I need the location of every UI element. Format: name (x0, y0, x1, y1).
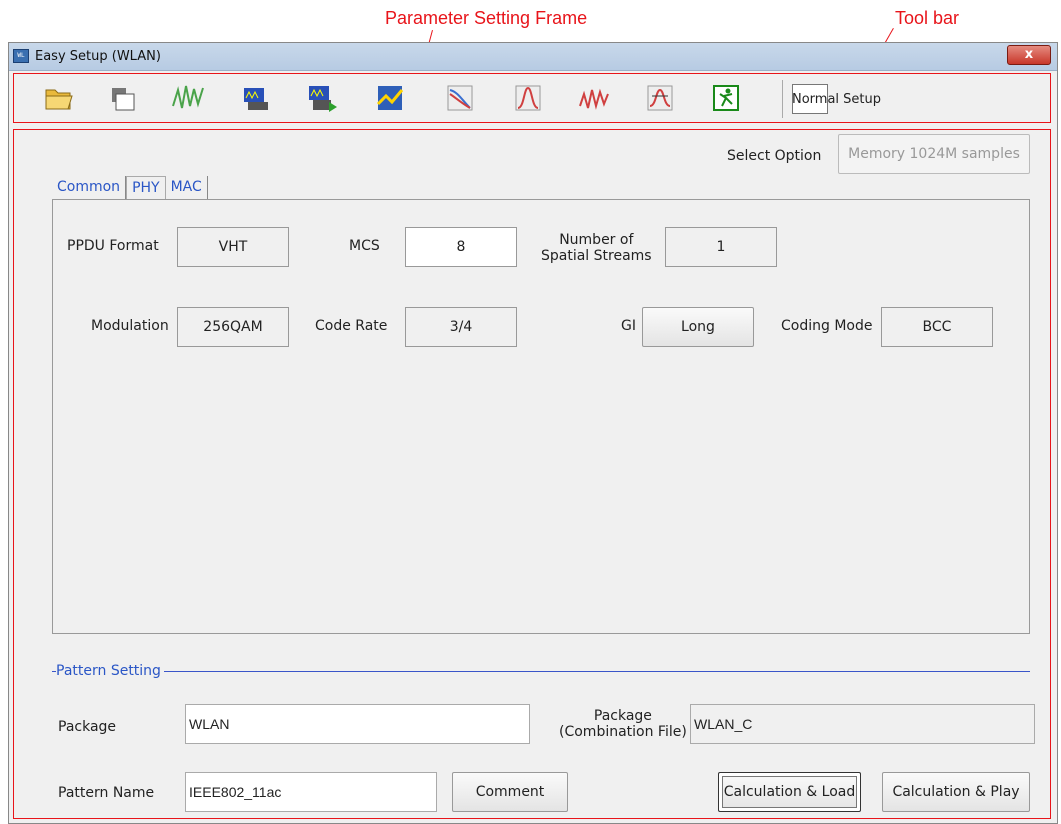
normal-setup-button[interactable]: Normal Setup (792, 80, 881, 118)
pattern-name-label: Pattern Name (58, 785, 155, 801)
tab-common[interactable]: Common (52, 176, 127, 200)
pattern-setting-divider (52, 671, 1030, 672)
spatial-streams-label: Number of Spatial Streams (541, 232, 652, 264)
calculation-play-button[interactable]: Calculation & Play (882, 772, 1030, 812)
parameter-setting-frame: Select Option Memory 1024M samples Commo… (13, 129, 1051, 819)
clipping-icon[interactable] (642, 80, 678, 116)
modulation-label: Modulation (91, 318, 169, 334)
transfer-play-icon[interactable] (305, 80, 341, 116)
modulation-value: 256QAM (177, 307, 289, 347)
combination-file-label-line2: (Combination File) (559, 724, 687, 740)
combination-file-label-line1: Package (593, 708, 652, 724)
transfer-icon[interactable] (238, 80, 274, 116)
package-label: Package (58, 719, 117, 735)
fft-icon[interactable] (510, 80, 546, 116)
spatial-streams-value: 1 (665, 227, 777, 267)
annotation-parameter-setting-frame: Parameter Setting Frame (385, 8, 588, 28)
window-title: Easy Setup (WLAN) (35, 49, 161, 64)
gi-button[interactable]: Long (642, 307, 754, 347)
coding-mode-value: BCC (881, 307, 993, 347)
close-button[interactable]: x (1007, 45, 1051, 65)
pattern-name-input[interactable]: IEEE802_11ac (185, 772, 437, 812)
coding-mode-label: Coding Mode (781, 318, 873, 334)
comment-button[interactable]: Comment (452, 772, 568, 812)
open-icon[interactable] (40, 80, 76, 116)
app-icon: WL (13, 49, 29, 63)
mcs-input[interactable]: 8 (405, 227, 517, 267)
ppdu-format-label: PPDU Format (67, 238, 159, 254)
ppdu-format-value: VHT (177, 227, 289, 267)
spatial-streams-label-line2: Spatial Streams (541, 248, 652, 264)
pattern-setting-label: Pattern Setting (56, 663, 164, 679)
save-icon[interactable] (104, 80, 140, 116)
select-option-label: Select Option (727, 148, 822, 164)
spatial-streams-label-line1: Number of (559, 232, 634, 248)
tab-mac[interactable]: MAC (166, 176, 208, 200)
combination-file-label: Package (Combination File) (559, 708, 687, 740)
normal-setup-label: Normal Setup (792, 91, 882, 107)
waveform-icon[interactable] (170, 80, 206, 116)
time-domain-icon[interactable] (576, 80, 612, 116)
easy-setup-window: WL Easy Setup (WLAN) x Normal Setup Sele… (8, 42, 1058, 824)
combination-file-value: WLAN_C (690, 704, 1035, 744)
tab-strip: Common PHY MAC (52, 176, 208, 200)
exit-icon[interactable] (708, 80, 744, 116)
calculation-load-button[interactable]: Calculation & Load (718, 772, 861, 812)
phy-tab-panel: PPDU Format VHT MCS 8 Number of Spatial … (52, 199, 1030, 634)
gi-label: GI (621, 318, 636, 334)
mcs-label: MCS (349, 238, 380, 254)
graph-icon[interactable] (372, 80, 408, 116)
ccdf-icon[interactable] (442, 80, 478, 116)
annotation-tool-bar: Tool bar (895, 8, 960, 28)
title-bar: WL Easy Setup (WLAN) x (9, 43, 1057, 71)
memory-option-button[interactable]: Memory 1024M samples (838, 134, 1030, 174)
code-rate-label: Code Rate (315, 318, 388, 334)
tab-phy[interactable]: PHY (126, 176, 166, 200)
toolbar: Normal Setup (13, 73, 1051, 123)
toolbar-separator (782, 80, 783, 118)
code-rate-value: 3/4 (405, 307, 517, 347)
package-input[interactable]: WLAN (185, 704, 530, 744)
